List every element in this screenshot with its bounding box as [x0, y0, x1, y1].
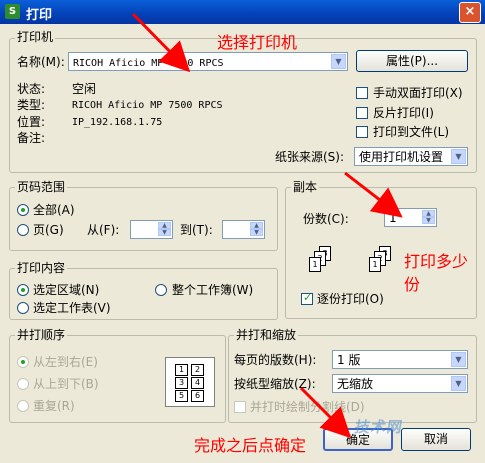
annotation-copies-1: 打印多少: [404, 252, 469, 271]
arrow-to-copies: [344, 171, 403, 218]
arrow-to-ok: [299, 386, 352, 439]
annotation-copies-2: 份: [404, 275, 421, 294]
annotation-arrows: [131, 12, 403, 439]
annotation-finish: 完成之后点确定: [194, 436, 307, 455]
annotation-select-printer: 选择打印机: [217, 33, 298, 52]
arrow-to-printer: [131, 12, 191, 73]
